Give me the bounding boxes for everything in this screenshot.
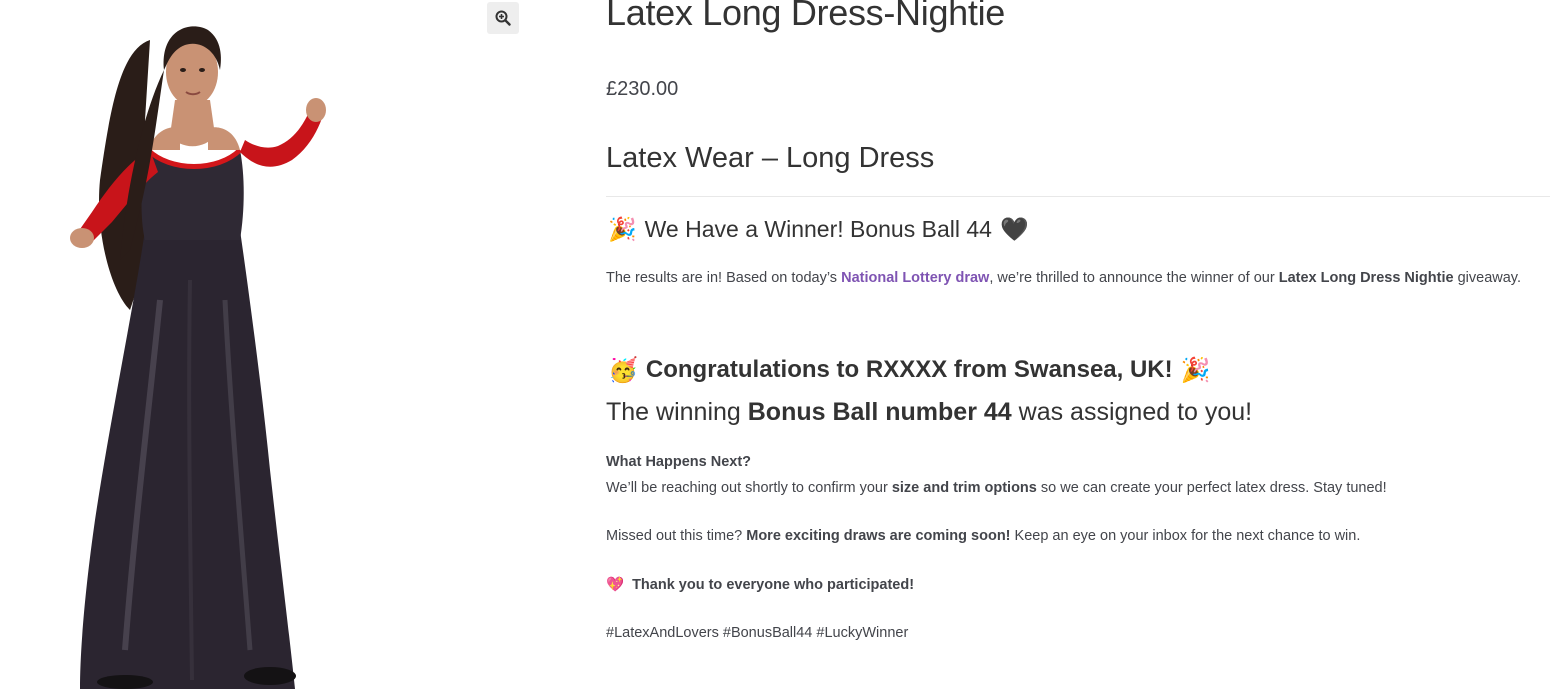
winner-heading-text: We Have a Winner! Bonus Ball 44 <box>644 216 992 242</box>
hashtags: #LatexAndLovers #BonusBall44 #LuckyWinne… <box>606 625 909 641</box>
product-name-bold: Latex Long Dress Nightie <box>1278 270 1454 286</box>
sparkling-heart-icon: 💖 <box>606 577 625 593</box>
what-happens-next-text: We’ll be reaching out shortly to confirm… <box>606 480 1387 496</box>
product-page: Latex Long Dress-Nightie £230.00 Latex W… <box>0 0 1554 689</box>
results-paragraph: The results are in! Based on today’s Nat… <box>606 270 1521 286</box>
zoom-in-icon <box>495 10 511 26</box>
party-popper-icon: 🎉 <box>1180 356 1211 384</box>
what-happens-next-title: What Happens Next? <box>606 454 752 470</box>
bonus-ball-number: Bonus Ball number 44 <box>747 398 1012 426</box>
missed-out-text: Missed out this time? More exciting draw… <box>606 528 1361 544</box>
thank-you-text: Thank you to everyone who participated! <box>632 576 915 593</box>
product-image[interactable] <box>40 0 370 689</box>
congratulations-text: Congratulations to RXXXX from Swansea, U… <box>645 356 1173 383</box>
party-popper-icon: 🎉 <box>608 217 637 243</box>
black-heart-icon: 🖤 <box>999 217 1029 243</box>
thank-you-line: 💖 Thank you to everyone who participated… <box>606 576 915 594</box>
congratulations-heading: 🥳 Congratulations to RXXXX from Swansea,… <box>608 356 1211 384</box>
national-lottery-link[interactable]: National Lottery draw <box>841 270 989 286</box>
winning-number-line: The winning Bonus Ball number 44 was ass… <box>606 398 1253 426</box>
product-price: £230.00 <box>606 78 679 100</box>
product-title: Latex Long Dress-Nightie <box>606 0 1006 33</box>
short-description-heading: Latex Wear – Long Dress <box>606 142 935 174</box>
divider <box>606 196 1550 197</box>
product-gallery <box>0 0 540 689</box>
zoom-button[interactable] <box>487 2 519 34</box>
partying-face-icon: 🥳 <box>608 356 638 384</box>
winner-heading: 🎉 We Have a Winner! Bonus Ball 44 🖤 <box>608 216 1029 243</box>
